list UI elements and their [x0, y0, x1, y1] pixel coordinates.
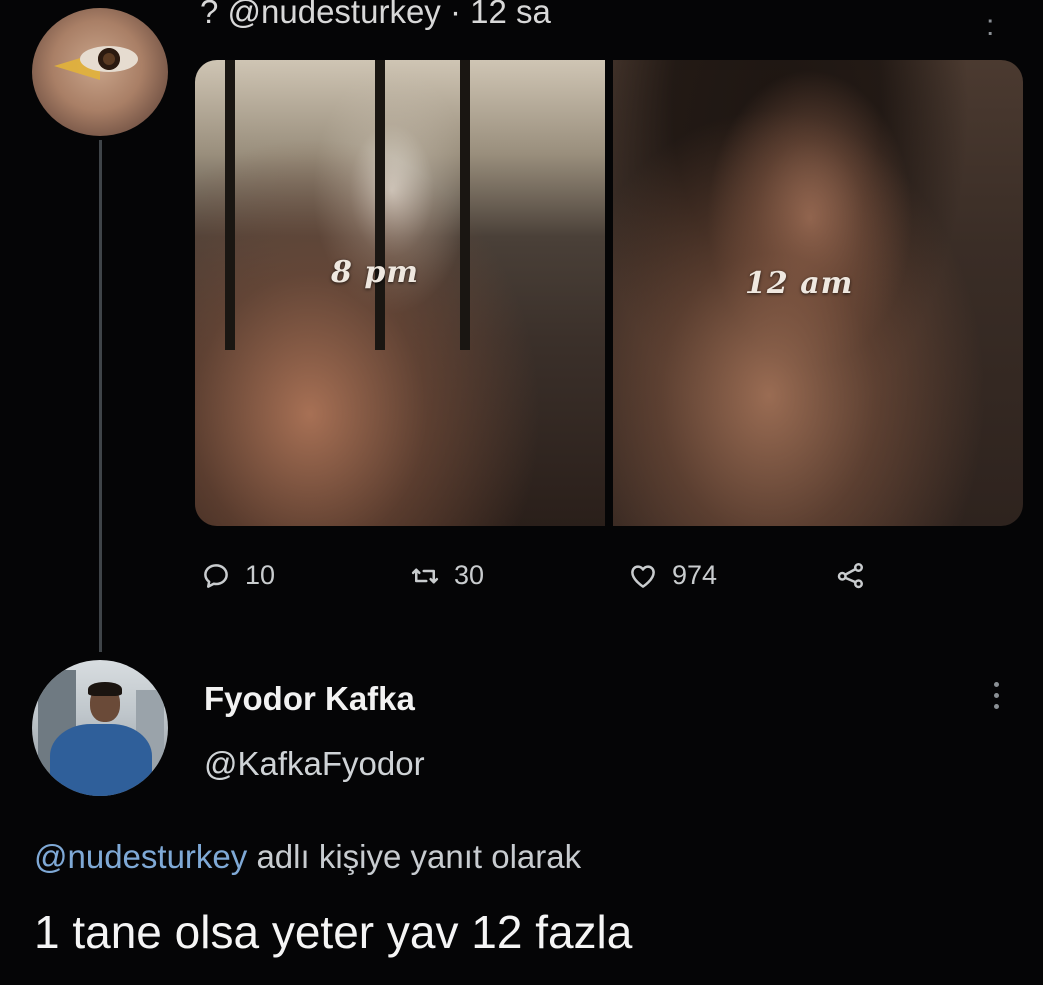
media-caption-right: 12 am [745, 266, 854, 301]
avatar-hair-graphic [88, 682, 122, 696]
retweet-icon [411, 568, 439, 583]
reply-author-handle[interactable]: @KafkaFyodor [204, 745, 425, 783]
media-image-right[interactable]: 12 am [613, 60, 1023, 526]
media-divider [605, 60, 613, 526]
share-button[interactable] [836, 560, 866, 590]
heart-icon [631, 564, 655, 588]
reply-tweet-text: 1 tane olsa yeter yav 12 fazla [34, 906, 633, 958]
reply-count: 10 [245, 560, 276, 590]
iris-graphic [98, 48, 120, 70]
avatar-body-graphic [50, 724, 152, 796]
reply-to-mention-link[interactable]: @nudesturkey [34, 838, 247, 875]
reply-context-line: @nudesturkey adlı kişiye yanıt olarak [34, 838, 581, 876]
like-count: 974 [672, 560, 718, 590]
tweet-media-grid[interactable]: 8 pm 12 am [195, 60, 1023, 526]
parent-handle-timestamp[interactable]: ? @nudesturkey · 12 sa [200, 0, 551, 32]
reply-button[interactable]: 10 [201, 560, 275, 591]
media-caption-left: 8 pm [331, 255, 420, 290]
retweet-button[interactable]: 30 [410, 560, 484, 591]
railing-graphic [375, 60, 385, 350]
parent-avatar[interactable] [32, 8, 168, 136]
like-button[interactable]: 974 [628, 560, 717, 591]
reply-more-options-icon[interactable] [986, 682, 1006, 715]
railing-graphic [225, 60, 235, 350]
railing-graphic [460, 60, 470, 350]
share-icon [837, 563, 863, 589]
speech-bubble-icon [204, 563, 228, 588]
reply-author-name[interactable]: Fyodor Kafka [204, 680, 415, 718]
thread-connector-line [99, 140, 102, 652]
reply-author-avatar[interactable] [32, 660, 168, 796]
reply-context-suffix: adlı kişiye yanıt olarak [247, 838, 582, 875]
media-image-left[interactable]: 8 pm [195, 60, 605, 526]
parent-more-options-icon[interactable]: : [986, 10, 994, 42]
retweet-count: 30 [454, 560, 485, 590]
